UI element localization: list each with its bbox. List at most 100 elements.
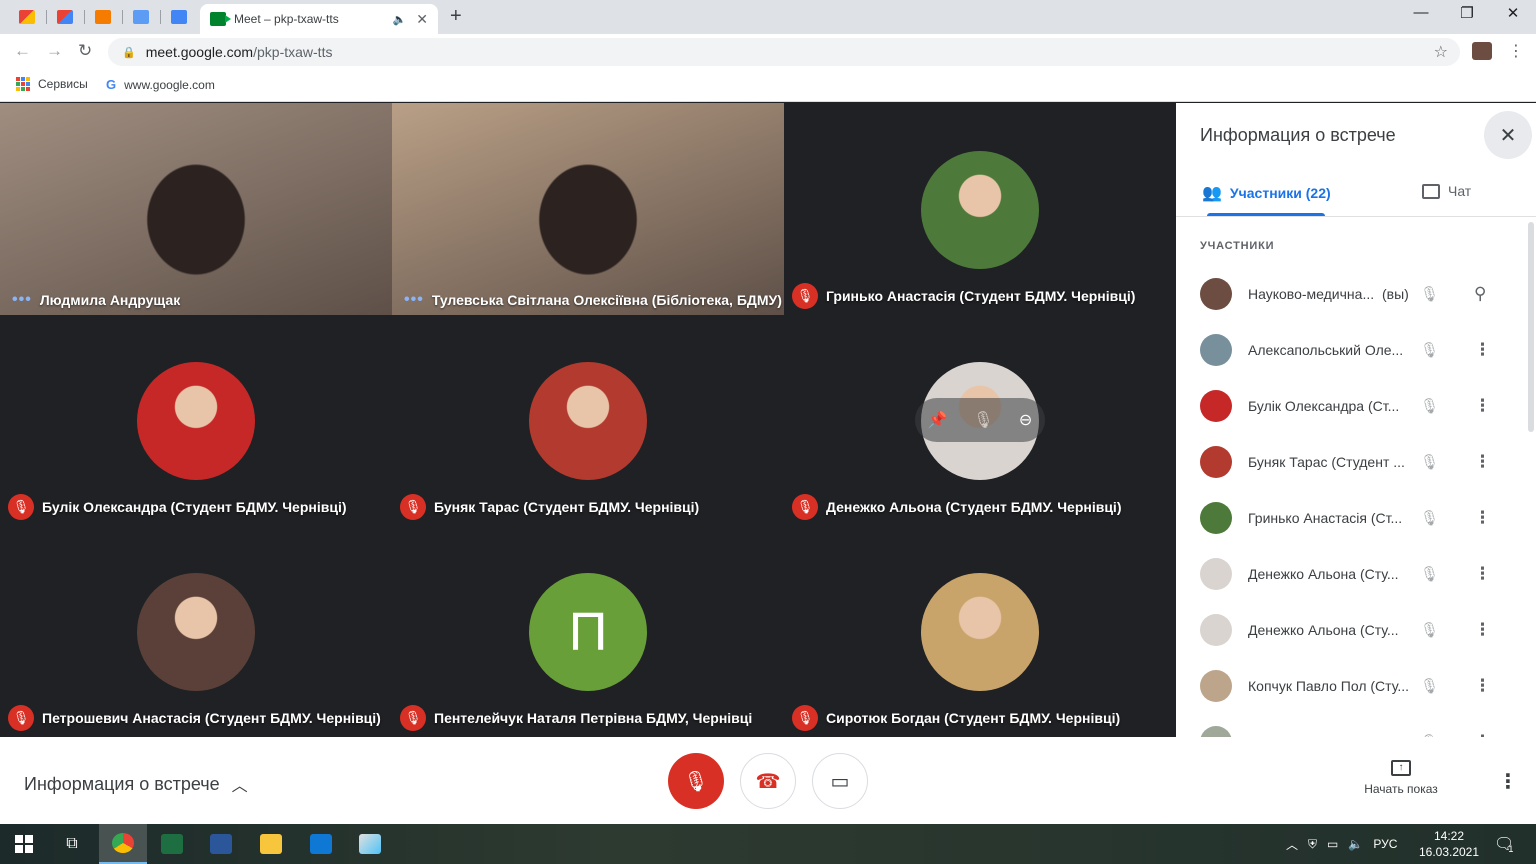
participant-list-item[interactable]: Буняк Тарас (Студент ... 🎙 ⋮ bbox=[1176, 434, 1526, 490]
participant-tile[interactable]: ••• Людмила Андрущак bbox=[0, 103, 392, 315]
tab-participants[interactable]: 👥 Участники (22) bbox=[1202, 183, 1331, 203]
network-icon[interactable]: ▭ bbox=[1327, 837, 1338, 851]
participant-tile[interactable]: 🎙 Буняк Тарас (Студент БДМУ. Чернівці) bbox=[392, 314, 784, 526]
participant-list-item[interactable]: Копчук Павло Пол (Сту... 🎙 ⋮ bbox=[1176, 658, 1526, 714]
panel-scrollbar[interactable] bbox=[1528, 222, 1534, 432]
reload-icon[interactable]: ↻ bbox=[78, 41, 92, 61]
blogger-tab[interactable] bbox=[88, 6, 118, 28]
meeting-info-toggle[interactable]: Информация о встрече ︿ bbox=[24, 772, 248, 796]
camera-toggle-button[interactable]: ▭ bbox=[812, 753, 868, 809]
tab-meet[interactable]: Meet – pkp-txaw-tts 🔈 ✕ bbox=[200, 4, 438, 34]
more-options-icon[interactable]: ⋮ bbox=[1474, 564, 1491, 584]
translate-tab[interactable] bbox=[164, 6, 194, 28]
browser-menu-icon[interactable]: ⋮ bbox=[1508, 41, 1524, 61]
participant-list-item[interactable]: Булік Олександра (Ст... 🎙 ⋮ bbox=[1176, 378, 1526, 434]
lock-icon: 🔒 bbox=[122, 46, 136, 59]
back-icon[interactable]: ← bbox=[14, 41, 31, 61]
remove-participant-icon[interactable]: ⊖ bbox=[1019, 410, 1032, 430]
avatar bbox=[1200, 726, 1232, 737]
participant-list-item[interactable]: Алексапольський Оле... 🎙 ⋮ bbox=[1176, 322, 1526, 378]
bookmark-star-icon[interactable]: ☆ bbox=[1434, 42, 1448, 62]
notifications-button[interactable]: 🗨 1 bbox=[1494, 824, 1514, 864]
new-tab-button[interactable]: + bbox=[450, 5, 462, 28]
taskbar-chrome[interactable] bbox=[99, 824, 147, 864]
more-options-icon[interactable]: ⋮ bbox=[1474, 396, 1491, 416]
mic-off-icon[interactable]: 🎙 bbox=[1420, 509, 1439, 527]
participant-tile[interactable]: 🎙 Сиротюк Богдан (Студент БДМУ. Чернівці) bbox=[784, 525, 1176, 737]
mic-off-icon: 🎙 bbox=[792, 283, 818, 309]
pin-icon[interactable]: 📌 bbox=[928, 410, 948, 430]
sites-tab[interactable] bbox=[126, 6, 156, 28]
more-options-icon[interactable]: ⋮ bbox=[1474, 508, 1491, 528]
gmail-tab-2[interactable] bbox=[50, 6, 80, 28]
mic-off-icon[interactable]: 🎙 bbox=[1420, 397, 1439, 415]
mic-off-icon[interactable]: 🎙 bbox=[1420, 341, 1439, 359]
url-host: meet.google.com bbox=[145, 44, 254, 60]
gmail-tab[interactable] bbox=[12, 6, 42, 28]
taskbar-mail[interactable] bbox=[297, 824, 345, 864]
tray-expand-icon[interactable]: ︿ bbox=[1286, 836, 1298, 853]
participant-list-item[interactable]: Науково-медична... (вы) 🎙 ⚲ bbox=[1176, 266, 1526, 322]
taskbar-word[interactable] bbox=[197, 824, 245, 864]
participant-tile[interactable]: П 🎙 Пентелейчук Наталя Петрівна БДМУ, Черн… bbox=[392, 525, 784, 737]
mic-off-icon[interactable]: 🎙 bbox=[1420, 677, 1439, 695]
defender-icon[interactable]: ⛨ bbox=[1308, 837, 1317, 852]
mute-participant-icon[interactable]: 🎙 bbox=[973, 410, 993, 430]
pin-icon[interactable]: ⚲ bbox=[1474, 284, 1486, 304]
close-panel-button[interactable]: ✕ bbox=[1484, 111, 1532, 159]
task-view-button[interactable]: ⧉ bbox=[48, 824, 96, 864]
taskbar-paint[interactable] bbox=[346, 824, 394, 864]
participant-tile[interactable]: 🎙 Петрошевич Анастасія (Студент БДМУ. Чер… bbox=[0, 525, 392, 737]
start-button[interactable] bbox=[0, 824, 48, 864]
mic-off-icon[interactable]: 🎙 bbox=[1420, 285, 1439, 303]
minimize-button[interactable]: — bbox=[1398, 4, 1444, 21]
participant-list-item[interactable]: 🎙⋮ bbox=[1176, 714, 1526, 737]
participant-tile[interactable]: ••• Тулевська Світлана Олексіївна (Бібліо… bbox=[392, 103, 784, 315]
more-options-icon[interactable]: ⋮ bbox=[1474, 620, 1491, 640]
bookmark-apps[interactable]: Сервисы bbox=[16, 77, 88, 91]
participant-name: Гринько Анастасія (Студент БДМУ. Чернівц… bbox=[826, 288, 1136, 304]
leave-call-button[interactable]: ☎ bbox=[740, 753, 796, 809]
mic-off-icon[interactable]: 🎙 bbox=[1420, 621, 1439, 639]
more-options-icon[interactable]: ⋮ bbox=[1474, 676, 1491, 696]
participant-video bbox=[392, 103, 784, 315]
language-indicator[interactable]: РУС bbox=[1373, 837, 1397, 851]
volume-icon[interactable]: 🔈 bbox=[1348, 837, 1363, 851]
participant-list-item[interactable]: Денежко Альона (Сту... 🎙 ⋮ bbox=[1176, 602, 1526, 658]
more-options-icon[interactable]: ⋮ bbox=[1498, 769, 1518, 794]
microphone-toggle-button[interactable]: 🎙 bbox=[668, 753, 724, 809]
address-bar[interactable]: 🔒 meet.google.com/pkp-txaw-tts ☆ bbox=[108, 38, 1460, 66]
participant-avatar bbox=[921, 151, 1039, 269]
section-label: УЧАСТНИКИ bbox=[1200, 240, 1275, 252]
close-window-button[interactable]: ✕ bbox=[1490, 4, 1536, 22]
speaking-indicator-icon: ••• bbox=[12, 291, 32, 308]
participant-tile[interactable]: 🎙 Булік Олександра (Студент БДМУ. Чернівц… bbox=[0, 314, 392, 526]
participant-list[interactable]: Науково-медична... (вы) 🎙 ⚲ Алексапольський … bbox=[1176, 266, 1526, 737]
taskbar-explorer[interactable] bbox=[247, 824, 295, 864]
participant-list-item[interactable]: Денежко Альона (Сту... 🎙 ⋮ bbox=[1176, 546, 1526, 602]
bookmark-google[interactable]: G www.google.com bbox=[106, 77, 215, 92]
mic-off-icon[interactable]: 🎙 bbox=[1420, 453, 1439, 471]
tab-chat-label: Чат bbox=[1448, 183, 1472, 199]
system-tray: ︿ ⛨ ▭ 🔈 РУС bbox=[1286, 824, 1397, 864]
participant-tile[interactable]: 🎙 Гринько Анастасія (Студент БДМУ. Чернів… bbox=[784, 103, 1176, 315]
tab-participants-label: Участники (22) bbox=[1229, 185, 1331, 201]
tab-chat[interactable]: Чат bbox=[1422, 183, 1471, 199]
mic-off-icon[interactable]: 🎙 bbox=[1420, 565, 1439, 583]
extension-icon[interactable] bbox=[1472, 42, 1492, 60]
participant-name-row: 🎙 Булік Олександра (Студент БДМУ. Чернівц… bbox=[8, 494, 388, 520]
participant-name-row: 🎙 Сиротюк Богдан (Студент БДМУ. Чернівці) bbox=[792, 705, 1172, 731]
clock[interactable]: 14:22 16.03.2021 bbox=[1416, 828, 1482, 860]
participant-video bbox=[0, 103, 392, 315]
more-options-icon[interactable]: ⋮ bbox=[1474, 452, 1491, 472]
speaker-icon[interactable]: 🔈 bbox=[393, 13, 407, 26]
close-tab-icon[interactable]: ✕ bbox=[416, 11, 428, 28]
apps-grid-icon bbox=[16, 77, 30, 91]
participant-list-item[interactable]: Гринько Анастасія (Ст... 🎙 ⋮ bbox=[1176, 490, 1526, 546]
present-now-button[interactable]: ↑ Начать показ bbox=[1360, 759, 1442, 796]
forward-icon[interactable]: → bbox=[46, 41, 63, 61]
maximize-button[interactable]: ❐ bbox=[1444, 4, 1490, 22]
taskbar-excel[interactable] bbox=[148, 824, 196, 864]
windows-taskbar: ⧉ ︿ ⛨ ▭ 🔈 РУС 14:22 16.03.2021 🗨 1 bbox=[0, 824, 1536, 864]
more-options-icon[interactable]: ⋮ bbox=[1474, 340, 1491, 360]
